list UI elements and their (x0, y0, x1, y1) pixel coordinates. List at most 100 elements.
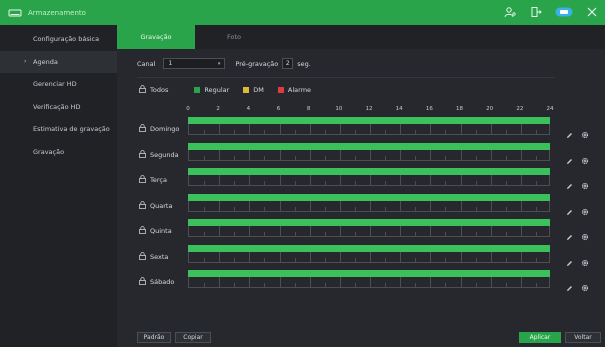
grid-line (279, 277, 281, 288)
legend-label: Alarme (287, 86, 312, 94)
grid-line (309, 149, 311, 161)
storage-icon (8, 6, 22, 20)
grid-line (400, 200, 402, 212)
day-select-toggle[interactable]: Segunda (139, 149, 179, 160)
grid-line (475, 130, 477, 135)
grid-line (385, 206, 387, 212)
sidebar-item-agenda[interactable]: › Agenda (0, 50, 117, 73)
regular-record-bar[interactable] (188, 193, 550, 201)
day-select-toggle[interactable]: Quarta (139, 200, 173, 211)
grid-line (400, 149, 402, 161)
apply-button[interactable]: Aplicar (519, 332, 561, 343)
day-label: Quinta (150, 227, 172, 235)
regular-record-bar[interactable] (188, 219, 550, 226)
day-select-toggle[interactable]: Sábado (139, 277, 174, 287)
regular-record-bar[interactable] (188, 270, 550, 277)
canal-select[interactable]: 1 ▾ (163, 58, 226, 69)
grid-line (490, 124, 492, 135)
timeline-grid[interactable] (188, 175, 550, 186)
grid-line (219, 226, 221, 237)
grid-line (520, 175, 522, 186)
sidebar-item-verificacao-hd[interactable]: Verificação HD (0, 96, 117, 119)
legend-item-alarme[interactable]: Alarme (277, 86, 312, 94)
sidebar-item-label: Gravação (33, 147, 65, 156)
close-icon[interactable] (585, 5, 599, 19)
sidebar-item-gerenciar-hd[interactable]: Gerenciar HD (0, 73, 117, 96)
grid-line (309, 277, 311, 288)
grid-line (294, 155, 296, 161)
back-button[interactable]: Voltar (565, 332, 601, 343)
grid-line (234, 181, 236, 186)
tab-gravacao[interactable]: Gravação (117, 25, 195, 49)
day-select-toggle[interactable]: Sexta (139, 251, 168, 262)
timeline-grid[interactable] (188, 200, 550, 212)
lock-icon (139, 277, 146, 287)
hour-label: 6 (276, 106, 281, 112)
timeline-grid[interactable] (188, 149, 550, 161)
tab-foto[interactable]: Foto (195, 25, 273, 49)
day-row: Quarta (117, 192, 605, 218)
grid-line (490, 277, 492, 288)
legend-item-dm[interactable]: DM (243, 86, 264, 94)
grid-line (204, 155, 206, 161)
day-row: Segunda (117, 141, 605, 167)
grid-line (294, 130, 296, 135)
day-label: Domingo (150, 125, 180, 133)
grid-line (370, 149, 371, 161)
grid-line (370, 200, 371, 212)
copy-button[interactable]: Copiar (175, 332, 211, 343)
day-select-toggle[interactable]: Domingo (139, 124, 179, 134)
sidebar-item-label: Verificação HD (33, 102, 81, 111)
regular-record-bar[interactable] (188, 168, 550, 175)
grid-line (415, 130, 417, 135)
logout-icon[interactable] (529, 5, 543, 19)
toggle-icon[interactable] (555, 5, 573, 19)
grid-line (430, 124, 432, 135)
grid-line (505, 232, 507, 237)
pre-gravacao-input[interactable]: 2 (282, 58, 294, 69)
grid-line (385, 283, 387, 288)
timeline-grid[interactable] (188, 251, 550, 263)
gear-icon[interactable] (581, 277, 589, 296)
day-label: Quarta (150, 201, 173, 210)
grid-line (234, 206, 236, 212)
chevron-down-icon: ▾ (217, 60, 221, 67)
sidebar: Configuração básica › Agenda Gerenciar H… (0, 25, 117, 347)
grid-line (219, 149, 221, 161)
grid-line (445, 155, 447, 161)
timeline-grid[interactable] (188, 124, 550, 135)
sidebar-item-configuracao-basica[interactable]: Configuração básica (0, 28, 117, 51)
regular-record-bar[interactable] (188, 117, 550, 124)
title-logo: Armazenamento (8, 6, 86, 20)
grid-line (460, 277, 462, 288)
grid-line (309, 251, 311, 263)
grid-line (430, 277, 432, 288)
edit-icon[interactable] (566, 277, 573, 296)
day-select-toggle[interactable]: Quinta (139, 226, 172, 236)
legend-item-regular[interactable]: Regular (194, 86, 229, 94)
day-label: Terça (150, 176, 167, 184)
grid-line (294, 206, 296, 212)
user-icon[interactable] (503, 5, 517, 19)
select-all-label: Todos (150, 86, 169, 94)
select-all-toggle[interactable]: Todos (139, 85, 168, 95)
grid-line (339, 175, 341, 186)
regular-record-bar[interactable] (188, 142, 550, 150)
grid-line (279, 200, 281, 212)
grid-line (354, 232, 356, 237)
day-select-toggle[interactable]: Terça (139, 175, 167, 185)
sidebar-item-gravacao[interactable]: Gravação (0, 141, 117, 164)
grid-line (505, 283, 507, 288)
grid-line (535, 257, 537, 263)
grid-line (294, 283, 296, 288)
timeline-grid[interactable] (188, 226, 550, 237)
grid-line (430, 251, 432, 263)
default-button[interactable]: Padrão (137, 332, 171, 343)
regular-record-bar[interactable] (188, 244, 550, 252)
grid-line (264, 181, 266, 186)
grid-line (354, 181, 356, 186)
lock-icon (139, 149, 146, 160)
timeline-grid[interactable] (188, 277, 550, 288)
sidebar-item-estimativa-gravacao[interactable]: Estimativa de gravação (0, 118, 117, 141)
hour-label: 4 (246, 106, 251, 112)
